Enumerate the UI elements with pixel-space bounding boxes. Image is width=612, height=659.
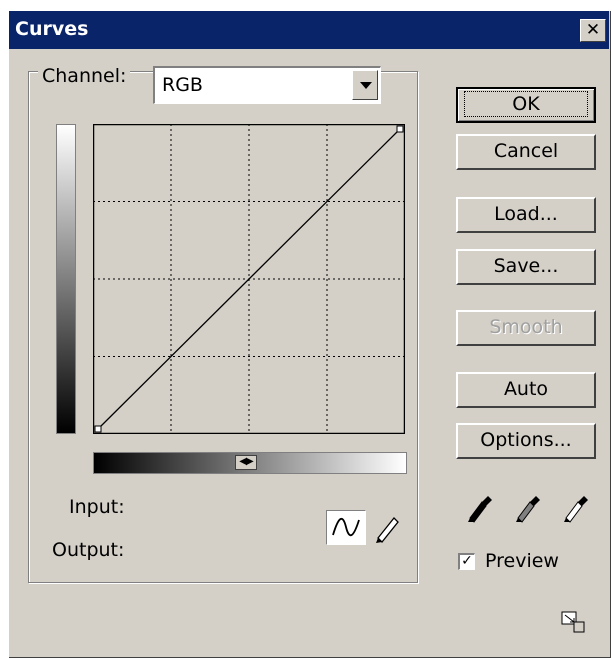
title-bar[interactable]: Curves ✕ — [9, 11, 609, 49]
curve-point-white[interactable] — [396, 125, 404, 133]
expand-view-icon[interactable] — [560, 610, 586, 634]
output-gradient-bar — [56, 124, 76, 434]
close-icon: ✕ — [585, 20, 601, 40]
input-label: Input: — [69, 496, 125, 518]
channel-label: Channel: — [38, 65, 131, 87]
close-button[interactable]: ✕ — [580, 19, 606, 42]
output-label: Output: — [52, 539, 125, 561]
preview-checkbox[interactable]: ✓ — [458, 553, 475, 570]
curve-point-black[interactable] — [94, 425, 102, 433]
pencil-icon[interactable] — [372, 512, 402, 544]
channel-select[interactable]: RGB — [153, 66, 381, 104]
preview-label: Preview — [485, 550, 559, 572]
black-eyedropper-icon[interactable] — [462, 490, 494, 524]
options-button[interactable]: Options... — [456, 423, 596, 459]
auto-button[interactable]: Auto — [456, 372, 596, 408]
save-button[interactable]: Save... — [456, 249, 596, 285]
white-eyedropper-icon[interactable] — [558, 490, 590, 524]
gray-eyedropper-icon[interactable] — [510, 490, 542, 524]
checkmark-icon: ✓ — [461, 553, 473, 569]
cancel-button[interactable]: Cancel — [456, 134, 596, 170]
curve-graph[interactable] — [93, 124, 405, 434]
curve-tool-icon[interactable] — [326, 510, 366, 545]
dialog-title: Curves — [15, 18, 89, 40]
gradient-toggle-icon[interactable]: ◀▶ — [235, 455, 257, 470]
ok-button[interactable]: OK — [456, 87, 596, 123]
chevron-down-icon[interactable] — [352, 70, 378, 100]
channel-value: RGB — [162, 74, 203, 96]
load-button[interactable]: Load... — [456, 197, 596, 233]
input-gradient-bar: ◀▶ — [93, 452, 407, 474]
smooth-button[interactable]: Smooth — [456, 310, 596, 346]
